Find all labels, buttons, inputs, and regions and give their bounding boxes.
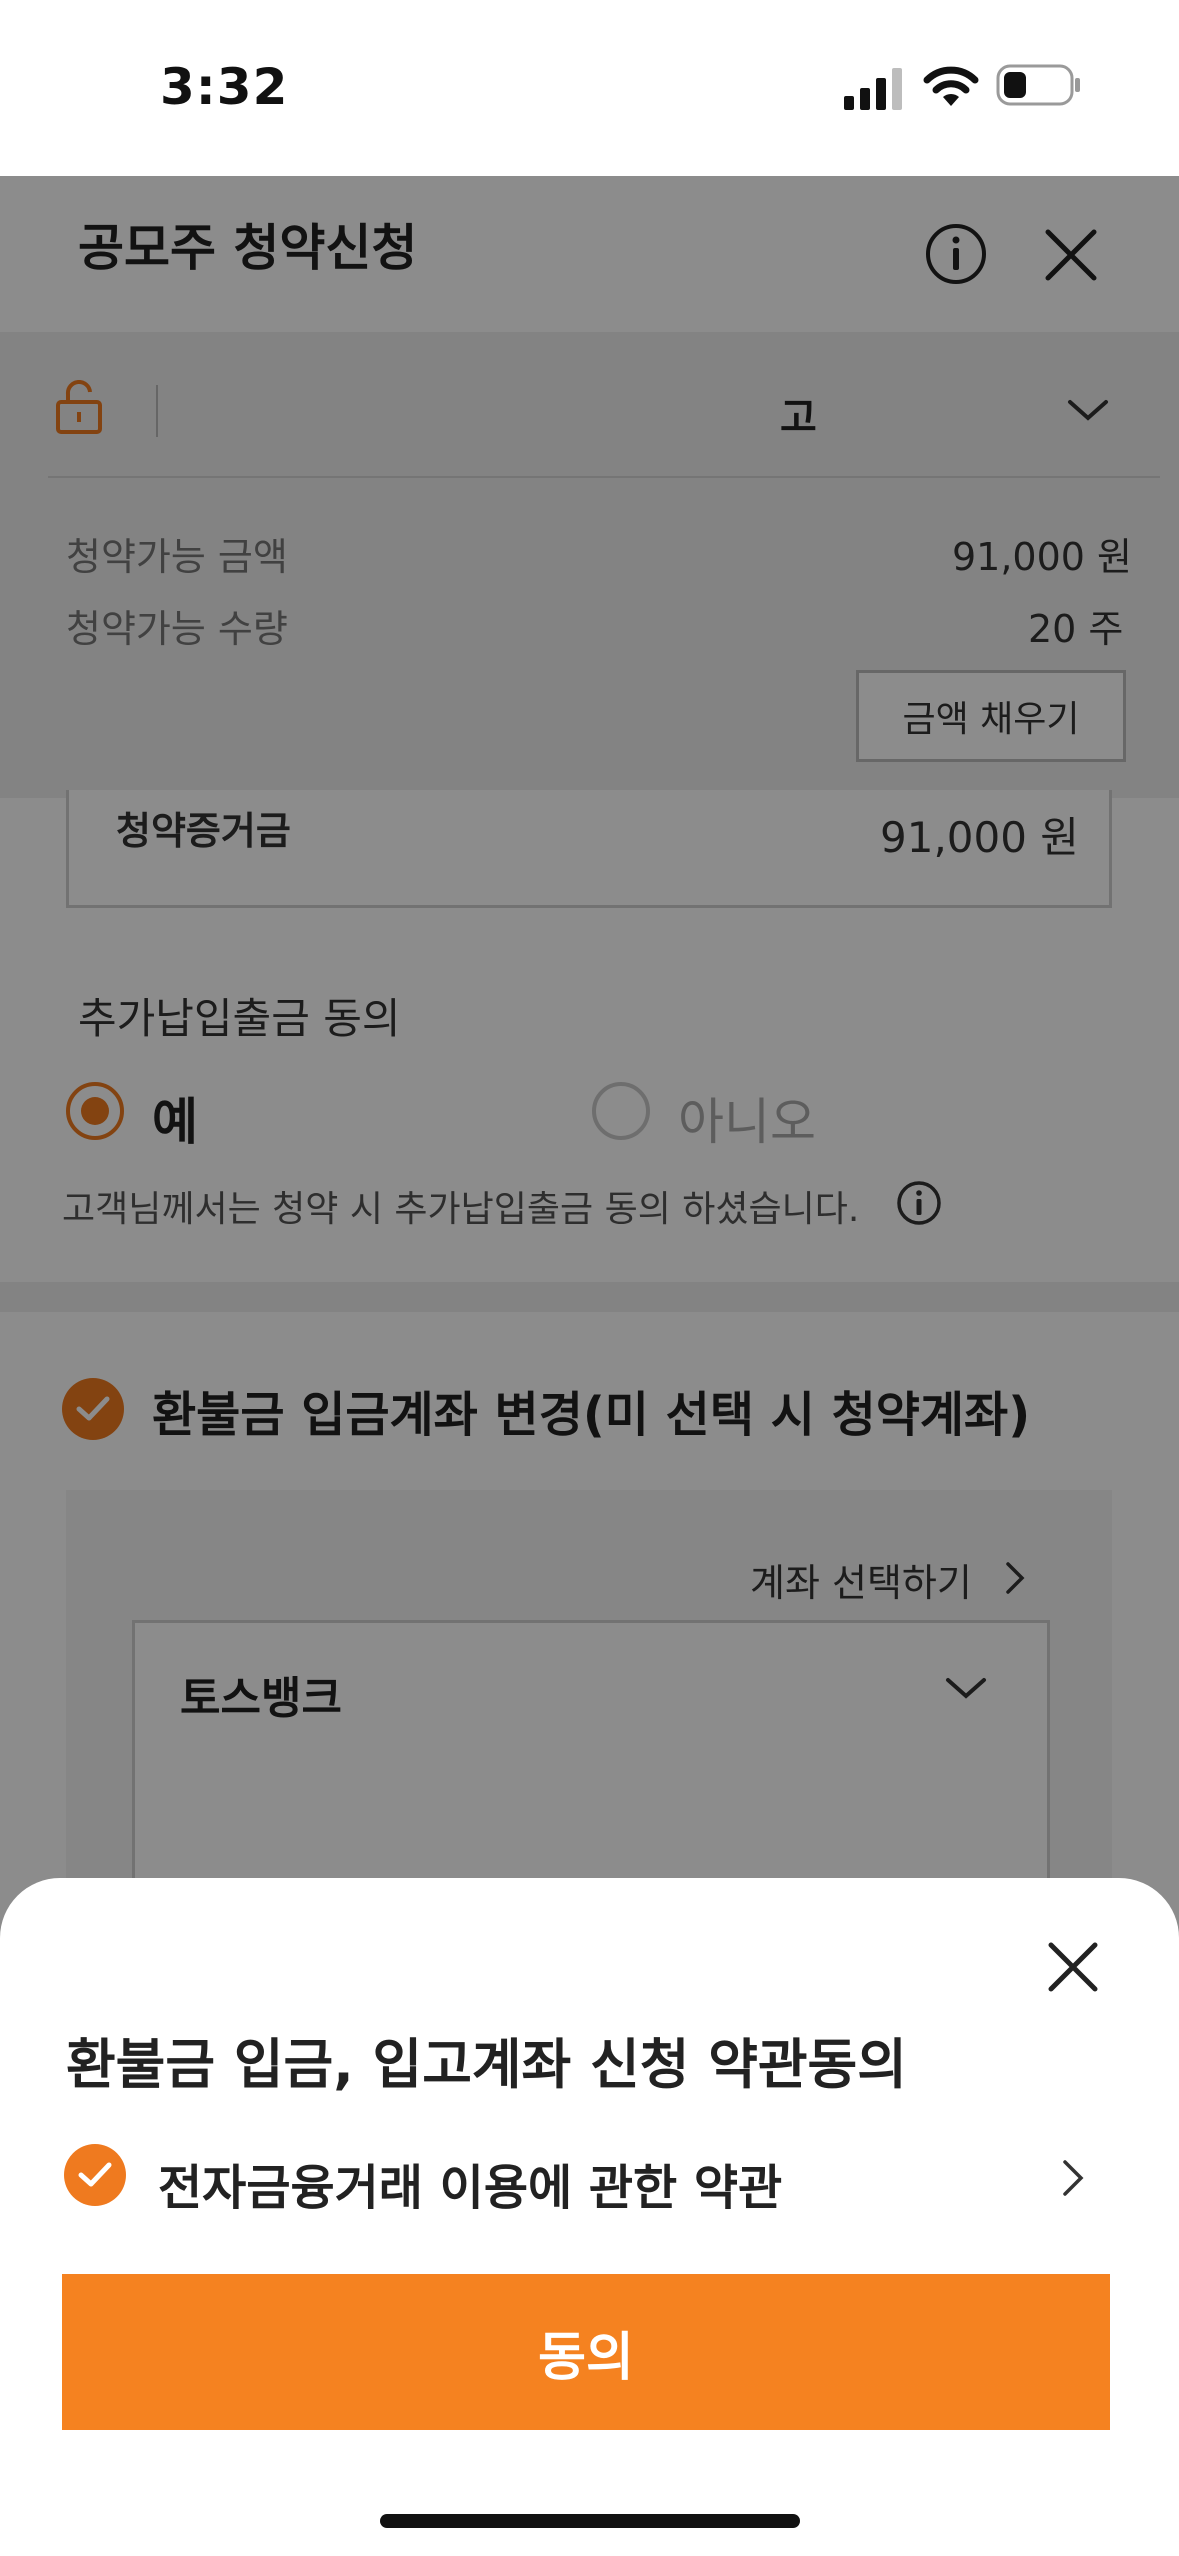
status-bar: 3:32 bbox=[0, 0, 1179, 176]
agree-button[interactable]: 동의 bbox=[62, 2274, 1110, 2430]
battery-icon bbox=[996, 64, 1080, 106]
sheet-title: 환불금 입금, 입고계좌 신청 약관동의 bbox=[66, 2033, 907, 2096]
close-icon[interactable] bbox=[1046, 1940, 1100, 1994]
check-icon bbox=[78, 2162, 112, 2187]
terms-check[interactable] bbox=[64, 2144, 126, 2206]
home-indicator bbox=[380, 2514, 800, 2528]
chevron-right-icon[interactable] bbox=[1060, 2158, 1086, 2198]
signal-icon bbox=[844, 68, 902, 110]
status-time: 3:32 bbox=[160, 58, 289, 116]
wifi-icon bbox=[923, 66, 979, 106]
terms-item-label[interactable]: 전자금융거래 이용에 관한 약관 bbox=[158, 2148, 782, 2218]
